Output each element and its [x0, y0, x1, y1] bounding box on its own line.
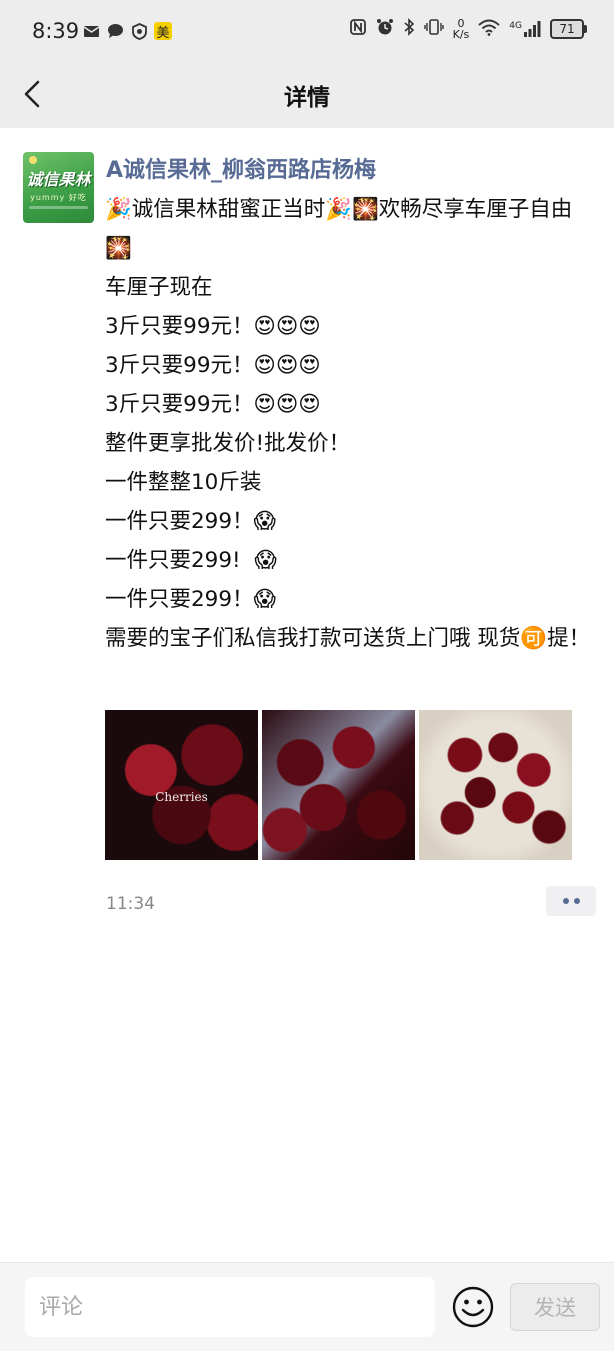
- page-title: 详情: [0, 78, 614, 112]
- status-time: 8:39: [32, 19, 79, 43]
- post-line: 一件整整10斤装: [105, 463, 595, 502]
- bluetooth-icon: [403, 18, 415, 40]
- emoji-button[interactable]: [452, 1286, 494, 1328]
- cell-signal-icon: 4G: [509, 21, 541, 37]
- post-images: Cherries: [105, 710, 572, 860]
- post-line: 整件更享批发价!批发价！: [105, 424, 595, 463]
- cherry-photo-3[interactable]: [419, 710, 572, 860]
- send-button[interactable]: 发送: [510, 1283, 600, 1331]
- comment-bar: 发送: [0, 1262, 614, 1351]
- status-right-icons: 0 K/s 4G 71: [349, 18, 584, 40]
- cherry-photo-2[interactable]: [262, 710, 415, 860]
- nfc-icon: [349, 18, 367, 40]
- signal-label: 4G: [509, 21, 522, 31]
- post-line: 3斤只要99元！😍😍😍: [105, 346, 595, 385]
- net-speed: 0 K/s: [453, 18, 470, 40]
- battery-level: 71: [559, 22, 574, 36]
- comment-input[interactable]: [25, 1277, 435, 1337]
- post-line: 需要的宝子们私信我打款可送货上门哦 现货🉑提！: [105, 619, 595, 658]
- dot-icon: [563, 898, 569, 904]
- dot-icon: [574, 898, 580, 904]
- wifi-icon: [478, 19, 500, 40]
- avatar-tagline-bar: [29, 206, 88, 209]
- avatar-brand-text: 诚信果林: [23, 166, 94, 190]
- post-line: 3斤只要99元！😍😍😍: [105, 307, 595, 346]
- avatar-subtext: yummy 好吃: [23, 192, 94, 203]
- smiley-icon: [452, 1286, 494, 1328]
- post-line: 车厘子现在: [105, 268, 595, 307]
- post-text: 🎉诚信果林甜蜜正当时🎉🎇欢畅尽享车厘子自由🎇 车厘子现在 3斤只要99元！😍😍😍…: [105, 190, 595, 658]
- author-name[interactable]: A诚信果林_柳翁西路店杨梅: [106, 152, 376, 184]
- more-actions-button[interactable]: [546, 886, 596, 916]
- post-line: 🎉诚信果林甜蜜正当时🎉🎇欢畅尽享车厘子自由🎇: [105, 190, 595, 268]
- cherry-photo-1[interactable]: Cherries: [105, 710, 258, 860]
- post-timestamp: 11:34: [106, 894, 155, 914]
- avatar[interactable]: 诚信果林 yummy 好吃: [23, 152, 94, 223]
- nav-bar: 详情: [0, 62, 614, 128]
- image-caption: Cherries: [105, 790, 258, 804]
- post-line: 3斤只要99元！😍😍😍: [105, 385, 595, 424]
- avatar-logo-dot: [29, 156, 37, 164]
- net-speed-unit: K/s: [453, 29, 470, 40]
- post-line: 一件只要299！😱: [105, 580, 595, 619]
- meituan-badge-icon: 美: [154, 22, 172, 40]
- status-left-icons: 美: [82, 22, 172, 40]
- mail-icon: [82, 22, 100, 40]
- vibrate-icon: [424, 18, 444, 40]
- battery-icon: 71: [550, 19, 584, 39]
- chat-bubble-icon: [106, 22, 124, 40]
- alarm-icon: [376, 18, 394, 40]
- status-bar: 8:39 美 0 K/s 4G: [0, 0, 614, 62]
- post-line: 一件只要299! 😱: [105, 541, 595, 580]
- app-shield-icon: [130, 22, 148, 40]
- post-line: 一件只要299！😱: [105, 502, 595, 541]
